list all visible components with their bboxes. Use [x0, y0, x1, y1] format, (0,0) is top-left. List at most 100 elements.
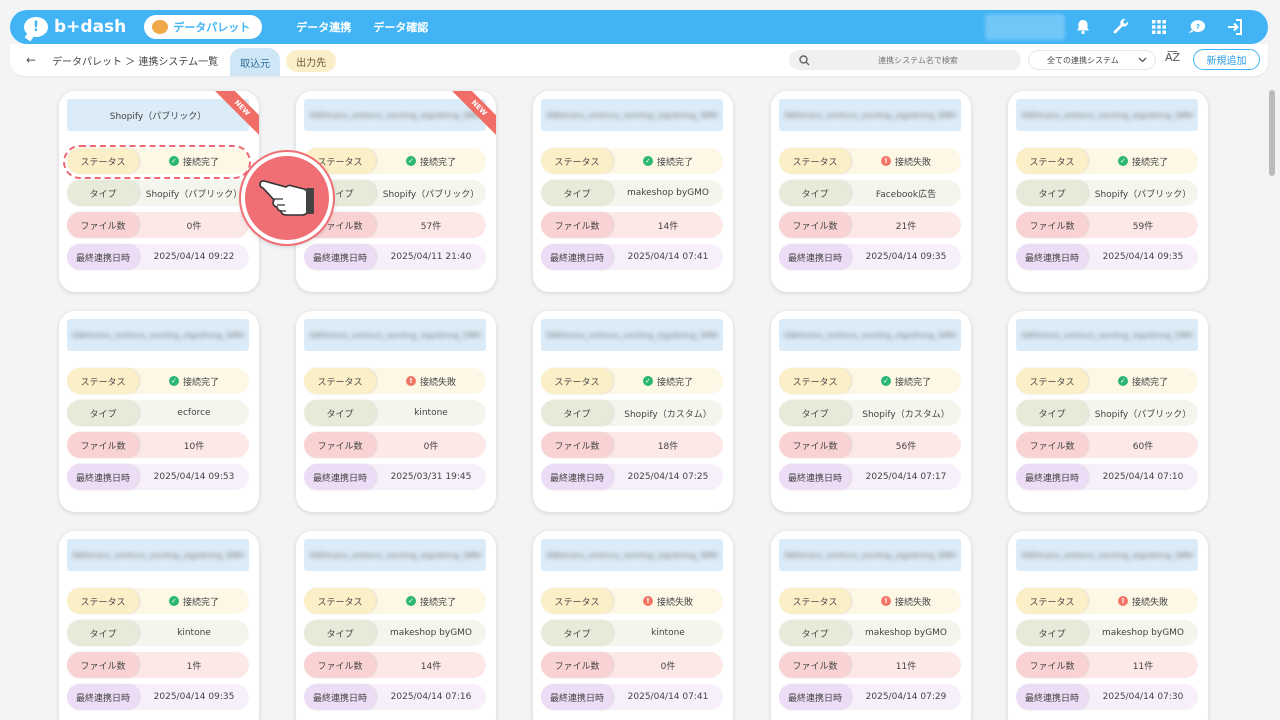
type-value: kintone [414, 408, 448, 418]
system-card[interactable]: SWlimzns_smhncs_ssnrtng_zigzdmng_SMH ステータ… [533, 311, 733, 512]
type-row: タイプ makeshop byGMO [779, 620, 961, 646]
card-title[interactable]: SWlimzns_smhncs_ssnrtng_zigzdmng_SMH [304, 539, 486, 571]
search-input[interactable] [818, 55, 1018, 65]
status-label: ステータス [779, 368, 851, 394]
system-card[interactable]: SWlimzns_smhncs_ssnrtng_zigzdmng_SMH ステータ… [59, 311, 259, 512]
files-value: 57件 [420, 221, 442, 232]
last-sync-row: 最終連携日時 2025/04/14 09:22 [67, 244, 249, 270]
system-card[interactable]: SWlimzns_smhncs_ssnrtng_zigzdmng_SMH ステータ… [771, 531, 971, 720]
nav-data-check[interactable]: データ確認 [373, 19, 428, 35]
chevron-down-icon [1138, 56, 1147, 65]
card-title[interactable]: SWlimzns_smhncs_ssnrtng_zigzdmng_SMH [304, 319, 486, 351]
system-card[interactable]: SWlimzns_smhncs_ssnrtng_zigzdmng_SMH ステータ… [533, 91, 733, 292]
system-filter-select[interactable]: 全ての連携システム [1028, 50, 1156, 70]
card-title[interactable]: SWlimzns_smhncs_ssnrtng_zigzdmng_SMH [1016, 539, 1198, 571]
type-row: タイプ kintone [304, 400, 486, 426]
grid-menu-icon[interactable] [1150, 18, 1168, 36]
last-sync-label: 最終連携日時 [779, 684, 851, 710]
sort-az-icon[interactable]: A͞Z [1165, 51, 1180, 64]
wrench-icon[interactable] [1112, 18, 1130, 36]
last-sync-label: 最終連携日時 [541, 244, 613, 270]
last-sync-label: 最終連携日時 [779, 464, 851, 490]
type-label: タイプ [779, 620, 851, 646]
back-arrow-icon[interactable]: ← [26, 53, 36, 67]
system-card[interactable]: SWlimzns_smhncs_ssnrtng_zigzdmng_SMH ステータ… [771, 311, 971, 512]
card-title[interactable]: SWlimzns_smhncs_ssnrtng_zigzdmng_SMH [67, 319, 249, 351]
status-text: 接続完了 [656, 157, 693, 168]
status-text: 接続完了 [182, 597, 219, 608]
card-title[interactable]: SWlimzns_smhncs_ssnrtng_zigzdmng_SMH [541, 99, 723, 131]
add-new-button[interactable]: 新規追加 [1193, 49, 1260, 70]
card-title-text: SWlimzns_smhncs_ssnrtng_zigzdmng_SMH [783, 550, 957, 560]
card-title[interactable]: SWlimzns_smhncs_ssnrtng_zigzdmng_SMH [541, 539, 723, 571]
last-sync-value: 2025/04/14 09:35 [1102, 252, 1184, 262]
last-sync-value: 2025/04/14 07:30 [1102, 692, 1184, 702]
alert-circle-icon: ! [880, 596, 891, 606]
card-title[interactable]: SWlimzns_smhncs_ssnrtng_zigzdmng_SMH [541, 319, 723, 351]
top-icons: ? [1074, 10, 1244, 44]
system-card[interactable]: SWlimzns_smhncs_ssnrtng_zigzdmng_SMH ステータ… [59, 531, 259, 720]
logo-text: b+dash [54, 17, 127, 37]
status-row: ステータス! 接続失敗 [304, 368, 486, 394]
top-navbar: ! b+dash データパレット データ連携 データ確認 ? [10, 10, 1268, 44]
status-row: ステータス ✓ 接続完了 [67, 368, 249, 394]
card-title-text: SWlimzns_smhncs_ssnrtng_zigzdmng_SMH [1020, 330, 1194, 340]
card-title[interactable]: SWlimzns_smhncs_ssnrtng_zigzdmng_SMH [779, 99, 961, 131]
check-circle-icon: ✓ [1117, 376, 1128, 386]
files-value: 59件 [1132, 221, 1154, 232]
system-card[interactable]: SWlimzns_smhncs_ssnrtng_zigzdmng_SMH ステータ… [1008, 311, 1208, 512]
card-title[interactable]: SWlimzns_smhncs_ssnrtng_zigzdmng_SMH [304, 99, 486, 131]
last-sync-label: 最終連携日時 [779, 244, 851, 270]
card-title[interactable]: SWlimzns_smhncs_ssnrtng_zigzdmng_SMH [779, 539, 961, 571]
data-palette-button[interactable]: データパレット [144, 15, 263, 39]
last-sync-row: 最終連携日時 2025/04/14 07:10 [1016, 464, 1198, 490]
logo[interactable]: ! b+dash [24, 17, 126, 37]
status-label: ステータス [541, 148, 613, 174]
bell-icon[interactable] [1074, 18, 1092, 36]
user-info[interactable] [985, 14, 1065, 40]
system-card[interactable]: SWlimzns_smhncs_ssnrtng_zigzdmng_SMH ステータ… [771, 91, 971, 292]
last-sync-row: 最終連携日時 2025/04/14 07:17 [779, 464, 961, 490]
status-value: ✓ 接続完了 [139, 595, 249, 608]
card-title[interactable]: SWlimzns_smhncs_ssnrtng_zigzdmng_SMH [779, 319, 961, 351]
status-row: ステータス ✓ 接続完了 [1016, 368, 1198, 394]
card-title[interactable]: SWlimzns_smhncs_ssnrtng_zigzdmng_SMH [1016, 319, 1198, 351]
files-label: ファイル数 [1016, 652, 1088, 678]
last-sync-row: 最終連携日時 2025/04/14 07:30 [1016, 684, 1198, 710]
nav-data-link[interactable]: データ連携 [296, 19, 351, 35]
system-card[interactable]: SWlimzns_smhncs_ssnrtng_zigzdmng_SMH ステータ… [296, 531, 496, 720]
card-title[interactable]: SWlimzns_smhncs_ssnrtng_zigzdmng_SMH [67, 539, 249, 571]
last-sync-row: 最終連携日時 2025/04/14 07:25 [541, 464, 723, 490]
card-title[interactable]: SWlimzns_smhncs_ssnrtng_zigzdmng_SMH [1016, 99, 1198, 131]
files-label: ファイル数 [67, 652, 139, 678]
system-card[interactable]: Shopify（パブリック） NEW ステータス ✓ 接続完了 タイプ Shopify（パブ… [59, 91, 259, 292]
card-title[interactable]: Shopify（パブリック） [67, 99, 249, 131]
last-sync-row: 最終連携日時 2025/04/11 21:40 [304, 244, 486, 270]
scrollbar[interactable] [1269, 90, 1275, 176]
tab-import[interactable]: 取込元 [230, 48, 281, 76]
files-value: 11件 [1132, 661, 1154, 672]
type-label: タイプ [1016, 180, 1088, 206]
type-row: タイプ Shopify（パブリック） [67, 180, 249, 206]
help-chat-icon[interactable]: ? [1188, 18, 1206, 36]
system-card[interactable]: SWlimzns_smhncs_ssnrtng_zigzdmng_SMH ステータ… [533, 531, 733, 720]
card-title-text: SWlimzns_smhncs_ssnrtng_zigzdmng_SMH [783, 330, 957, 340]
files-label: ファイル数 [304, 432, 376, 458]
status-label: ステータス [779, 148, 851, 174]
system-filter-value: 全ての連携システム [1047, 55, 1119, 65]
logo-bubble-icon: ! [24, 17, 48, 37]
check-circle-icon: ✓ [168, 596, 179, 606]
system-card[interactable]: SWlimzns_smhncs_ssnrtng_zigzdmng_SMH ステータ… [1008, 91, 1208, 292]
logout-icon[interactable] [1226, 18, 1244, 36]
check-circle-icon: ✓ [168, 376, 179, 386]
files-row: ファイル数 11件 [1016, 652, 1198, 678]
last-sync-value: 2025/04/14 07:25 [627, 472, 709, 482]
last-sync-row: 最終連携日時 2025/04/14 07:41 [541, 244, 723, 270]
status-row: ステータス ✓ 接続完了 [541, 368, 723, 394]
last-sync-value: 2025/04/14 09:35 [865, 252, 947, 262]
tab-export[interactable]: 出力先 [286, 50, 337, 72]
system-card[interactable]: SWlimzns_smhncs_ssnrtng_zigzdmng_SMH ステータ… [296, 311, 496, 512]
files-value: 60件 [1132, 441, 1154, 452]
system-card[interactable]: SWlimzns_smhncs_ssnrtng_zigzdmng_SMH ステータ… [1008, 531, 1208, 720]
status-row: ステータス ✓ 接続完了 [1016, 148, 1198, 174]
